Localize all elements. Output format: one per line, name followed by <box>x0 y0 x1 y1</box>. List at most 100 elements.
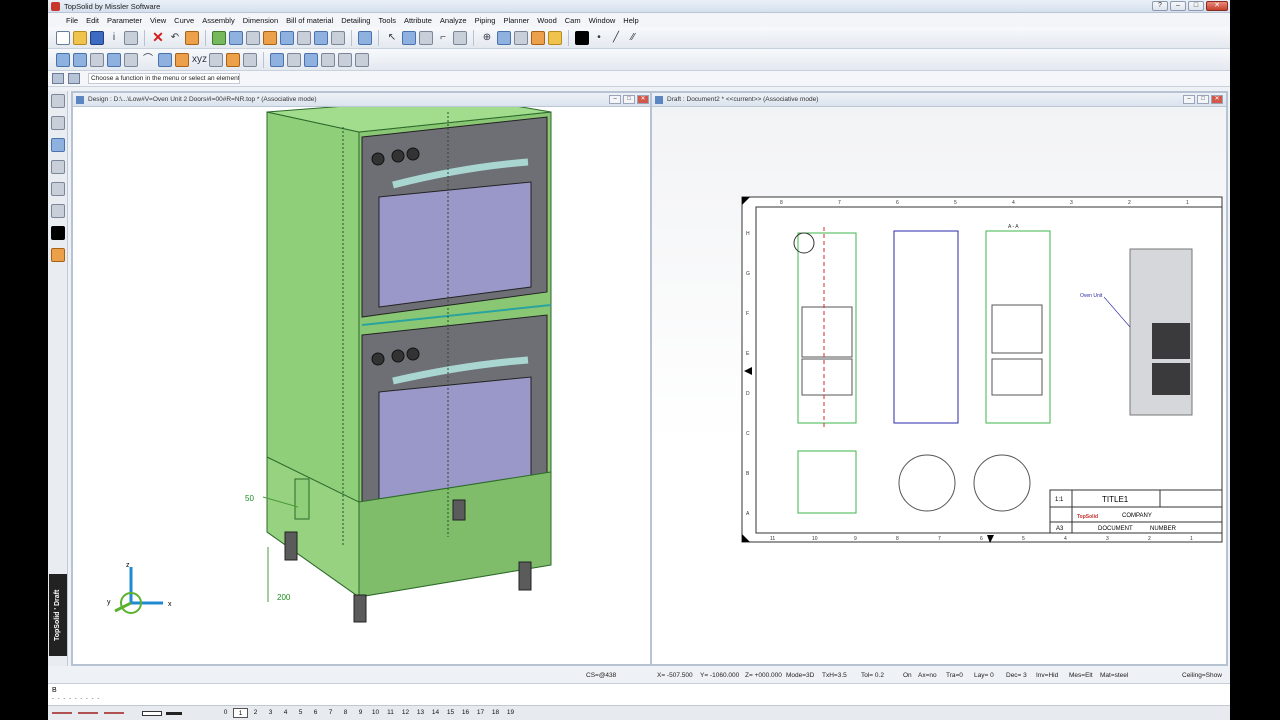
point-style-icon[interactable]: • <box>592 31 606 45</box>
select-icon[interactable]: ↖ <box>385 31 399 45</box>
grid-icon[interactable] <box>243 52 257 67</box>
layer-9[interactable]: 9 <box>353 708 368 718</box>
shade-icon[interactable] <box>175 52 189 67</box>
refresh-icon[interactable] <box>212 30 226 45</box>
hook-icon[interactable]: ⌐ <box>436 31 450 45</box>
menu-item-planner[interactable]: Planner <box>499 16 533 25</box>
layer-7[interactable]: 7 <box>323 708 338 718</box>
layer-16[interactable]: 16 <box>458 708 473 718</box>
layer-4[interactable]: 4 <box>278 708 293 718</box>
xyz-icon[interactable]: xyz <box>192 53 207 67</box>
layer-14[interactable]: 14 <box>428 708 443 718</box>
project-icon[interactable] <box>270 52 284 67</box>
minimize-button[interactable]: – <box>1170 1 1186 11</box>
menu-item-cam[interactable]: Cam <box>561 16 585 25</box>
design-minimize-button[interactable]: – <box>609 95 621 104</box>
layer-selector[interactable]: 0 1 2 3 4 5 6 7 8 9 10 11 12 13 14 15 16 17 18 19 <box>218 708 518 718</box>
print-icon[interactable] <box>124 30 138 45</box>
draft-close-button[interactable]: ✕ <box>1211 95 1223 104</box>
detail-icon[interactable] <box>226 52 240 67</box>
hatch-icon[interactable]: ⁄⁄ <box>626 31 640 45</box>
open-folder-icon[interactable] <box>73 30 87 45</box>
magnet-icon[interactable] <box>314 30 328 45</box>
layer-10[interactable]: 10 <box>368 708 383 718</box>
link-icon[interactable] <box>331 30 345 45</box>
close-button[interactable]: ✕ <box>1206 1 1228 11</box>
project-three-icon[interactable] <box>304 52 318 67</box>
line-style-thick[interactable] <box>166 712 182 715</box>
selection-tool-icon[interactable] <box>51 94 65 108</box>
save-icon[interactable] <box>90 30 104 45</box>
draft-viewport[interactable]: A - A Oven Unit 1:1 TITLE1 TopSolid COMP… <box>652 107 1226 664</box>
menu-item-dimension[interactable]: Dimension <box>239 16 282 25</box>
menu-item-wood[interactable]: Wood <box>533 16 560 25</box>
menu-item-window[interactable]: Window <box>585 16 620 25</box>
layer-2[interactable]: 2 <box>248 708 263 718</box>
draft-face-icon[interactable] <box>73 52 87 67</box>
copy-icon[interactable] <box>419 30 433 45</box>
menu-item-view[interactable]: View <box>146 16 170 25</box>
wrench-icon[interactable] <box>263 30 277 45</box>
layer-1[interactable]: 1 <box>233 708 248 718</box>
layer-12[interactable]: 12 <box>398 708 413 718</box>
cube-tool-icon[interactable] <box>51 248 65 262</box>
zoom-window-icon[interactable] <box>497 30 511 45</box>
design-maximize-button[interactable]: □ <box>623 95 635 104</box>
design-window[interactable]: Design : D:\...\Low#V=Oven Unit 2 Doors#… <box>71 91 654 666</box>
layer-5[interactable]: 5 <box>293 708 308 718</box>
delete-icon[interactable]: ✕ <box>151 30 165 45</box>
undo-icon[interactable]: ↶ <box>168 31 182 45</box>
cut-icon[interactable] <box>402 30 416 45</box>
layer-15[interactable]: 15 <box>443 708 458 718</box>
command-line[interactable]: B - - - - - - - - - <box>48 683 1230 705</box>
draft-side-icon[interactable] <box>124 52 138 67</box>
design-close-button[interactable]: ✕ <box>637 95 649 104</box>
line-tool-icon[interactable] <box>51 138 65 152</box>
new-document-icon[interactable] <box>56 30 70 45</box>
attach-icon[interactable] <box>453 30 467 45</box>
graph-icon[interactable] <box>52 73 64 84</box>
draft-window[interactable]: Draft : Document2 * <<current>> (Associa… <box>650 91 1228 666</box>
layer-17[interactable]: 17 <box>473 708 488 718</box>
layer-8[interactable]: 8 <box>338 708 353 718</box>
section-icon[interactable] <box>209 52 223 67</box>
properties-icon[interactable]: i <box>107 31 121 45</box>
maximize-button[interactable]: □ <box>1188 1 1204 11</box>
menu-item-detailing[interactable]: Detailing <box>337 16 374 25</box>
layer-11[interactable]: 11 <box>383 708 398 718</box>
menu-item-help[interactable]: Help <box>619 16 642 25</box>
line-style-red[interactable] <box>52 712 72 714</box>
view-icon[interactable] <box>514 30 528 45</box>
layers-icon[interactable] <box>297 30 311 45</box>
menu-item-curve[interactable]: Curve <box>170 16 198 25</box>
draft-minimize-button[interactable]: – <box>1183 95 1195 104</box>
layer-0[interactable]: 0 <box>218 708 233 718</box>
layer-6[interactable]: 6 <box>308 708 323 718</box>
layer-3[interactable]: 3 <box>263 708 278 718</box>
book-tool-icon[interactable] <box>51 226 65 240</box>
render-icon[interactable] <box>531 30 545 45</box>
line-style-icon[interactable]: ╱ <box>609 31 623 45</box>
line-style-box[interactable] <box>142 711 162 716</box>
draft-top-icon[interactable] <box>90 52 104 67</box>
layer-19[interactable]: 19 <box>503 708 518 718</box>
menu-item-tools[interactable]: Tools <box>374 16 400 25</box>
surface-tool-icon[interactable] <box>51 160 65 174</box>
draft-iso-icon[interactable] <box>107 52 121 67</box>
menu-item-file[interactable]: File <box>62 16 82 25</box>
layer-18[interactable]: 18 <box>488 708 503 718</box>
measure-icon[interactable] <box>280 30 294 45</box>
tree-icon[interactable] <box>246 30 260 45</box>
eraser-icon[interactable] <box>185 30 199 45</box>
pen-tool-icon[interactable] <box>51 116 65 130</box>
color-swatch-icon[interactable] <box>575 30 589 45</box>
pen-active-icon[interactable] <box>338 52 352 67</box>
project-four-icon[interactable] <box>321 52 335 67</box>
list-tool-icon[interactable] <box>51 182 65 196</box>
level-icon[interactable] <box>548 30 562 45</box>
layer-13[interactable]: 13 <box>413 708 428 718</box>
draft-maximize-button[interactable]: □ <box>1197 95 1209 104</box>
line-style-red-dot[interactable] <box>104 712 124 714</box>
line-style-red-dash[interactable] <box>78 712 98 714</box>
view-front-icon[interactable] <box>158 52 172 67</box>
